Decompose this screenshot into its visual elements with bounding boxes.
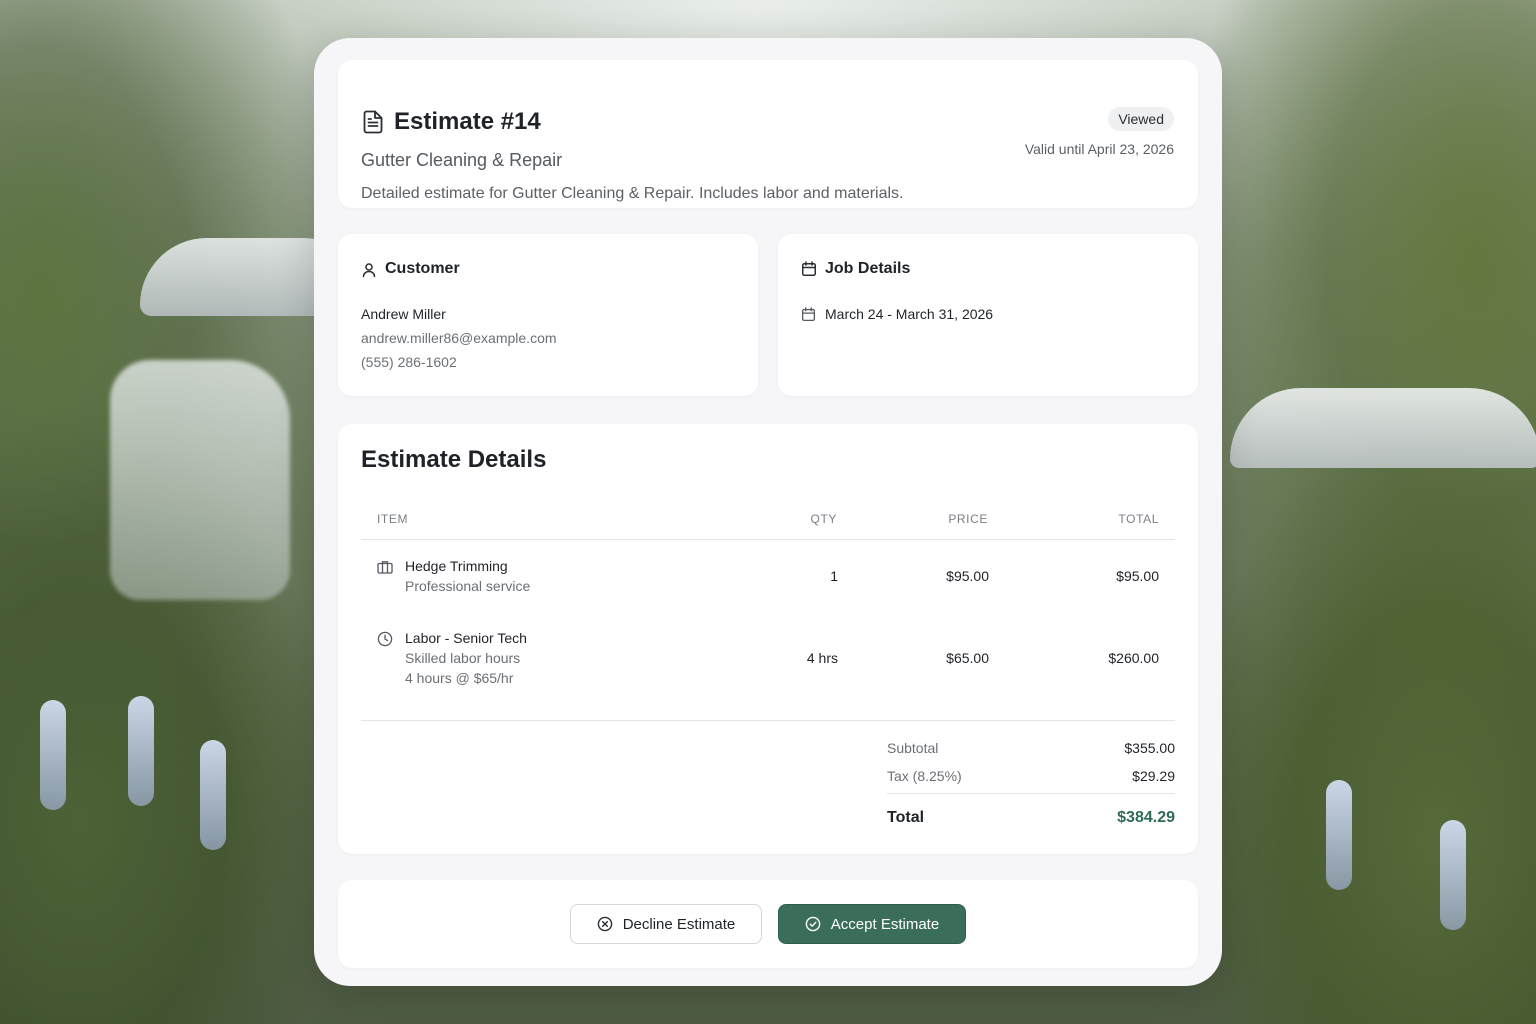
table-row: Labor - Senior Tech Skilled labor hours … — [338, 626, 1198, 706]
customer-section-title: Customer — [385, 260, 460, 277]
briefcase-icon — [377, 560, 393, 574]
accept-estimate-label: Accept Estimate — [830, 915, 940, 933]
column-header-qty: QTY — [810, 512, 837, 526]
total-divider — [887, 793, 1175, 794]
accept-estimate-button[interactable]: Accept Estimate — [778, 904, 966, 944]
dome-right — [1230, 388, 1536, 468]
item-qty: 4 hrs — [806, 650, 838, 666]
decline-estimate-button[interactable]: Decline Estimate — [570, 904, 762, 944]
check-circle-icon — [805, 916, 821, 932]
status-badge: Viewed — [1108, 107, 1174, 131]
job-details-section-title: Job Details — [825, 260, 911, 277]
estimate-header: Estimate #14 Gutter Cleaning & Repair De… — [338, 60, 1198, 208]
customer-phone[interactable]: (555) 286-1602 — [361, 354, 457, 370]
page-title: Estimate #14 — [394, 108, 541, 135]
table-row: Hedge Trimming Professional service 1 $9… — [338, 554, 1198, 614]
table-header-divider — [361, 539, 1175, 540]
valid-until-text: Valid until April 23, 2026 — [1024, 141, 1174, 157]
subtotal-value: $355.00 — [1124, 740, 1175, 756]
column-header-price: PRICE — [948, 512, 988, 526]
item-name: Labor - Senior Tech — [405, 630, 527, 646]
page-subtitle: Gutter Cleaning & Repair — [361, 150, 563, 170]
tax-label: Tax (8.25%) — [887, 768, 962, 784]
item-detail: Skilled labor hours — [405, 650, 521, 666]
item-total: $260.00 — [1108, 650, 1159, 666]
total-label: Total — [887, 809, 925, 826]
x-circle-icon — [597, 916, 613, 932]
flower — [128, 696, 154, 806]
user-icon — [361, 262, 377, 278]
item-detail: Professional service — [405, 578, 531, 594]
waterfall — [110, 360, 290, 600]
flower — [1326, 780, 1352, 890]
calendar-icon — [801, 307, 816, 322]
customer-panel: Customer Andrew Miller andrew.miller86@e… — [338, 234, 758, 396]
job-dates: March 24 - March 31, 2026 — [825, 306, 994, 322]
item-qty: 1 — [830, 568, 838, 584]
clock-icon — [377, 631, 393, 647]
item-price: $65.00 — [946, 650, 989, 666]
item-name: Hedge Trimming — [405, 558, 508, 574]
column-header-item: ITEM — [377, 512, 409, 526]
estimate-card: Estimate #14 Gutter Cleaning & Repair De… — [314, 38, 1222, 986]
estimate-details-title: Estimate Details — [361, 446, 547, 473]
item-price: $95.00 — [946, 568, 989, 584]
flower — [1440, 820, 1466, 930]
flower — [200, 740, 226, 850]
estimate-details-panel: Estimate Details ITEM QTY PRICE TOTAL He… — [338, 424, 1198, 854]
column-header-total: TOTAL — [1118, 512, 1159, 526]
decline-estimate-label: Decline Estimate — [622, 915, 736, 933]
customer-email[interactable]: andrew.miller86@example.com — [361, 330, 557, 346]
subtotal-label: Subtotal — [887, 740, 939, 756]
item-total: $95.00 — [1116, 568, 1159, 584]
estimate-description: Detailed estimate for Gutter Cleaning & … — [361, 185, 904, 202]
customer-name: Andrew Miller — [361, 306, 446, 322]
total-value: $384.29 — [1117, 809, 1175, 826]
actions-panel: Decline Estimate Accept Estimate — [338, 880, 1198, 968]
tax-value: $29.29 — [1132, 768, 1175, 784]
table-footer-divider — [361, 720, 1175, 721]
job-details-panel: Job Details March 24 - March 31, 2026 — [778, 234, 1198, 396]
flower — [40, 700, 66, 810]
document-icon — [362, 110, 384, 134]
item-rate-detail: 4 hours @ $65/hr — [405, 670, 514, 686]
calendar-icon — [801, 261, 817, 277]
